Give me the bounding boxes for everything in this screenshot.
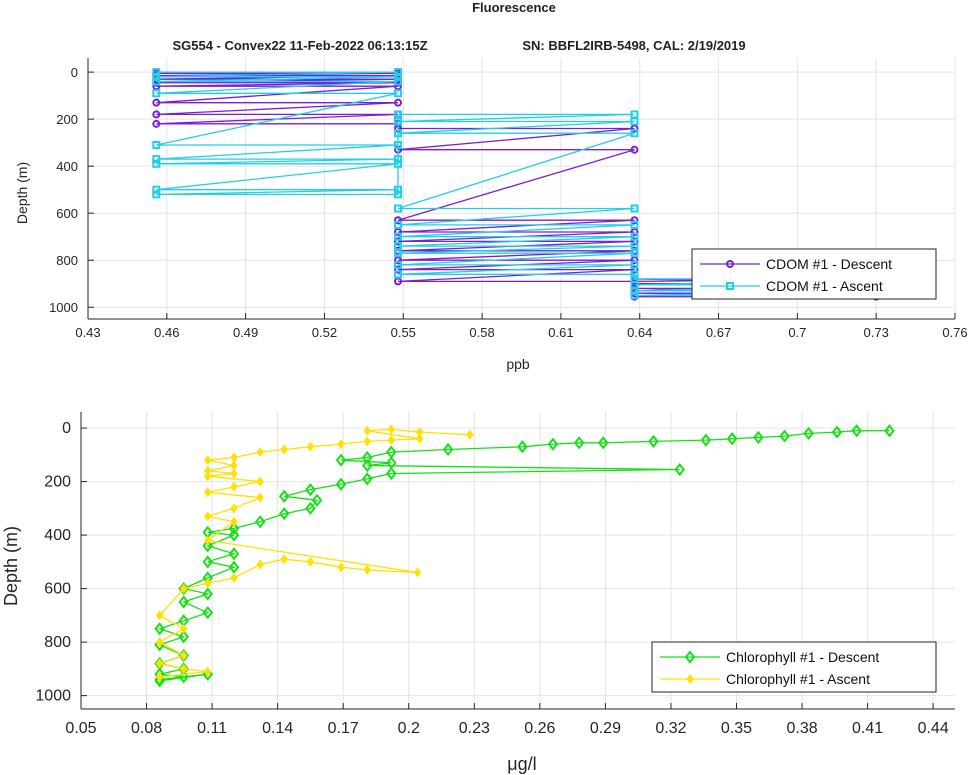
x-tick-label: 0.43: [75, 325, 100, 340]
y-tick-label: 200: [44, 474, 71, 491]
chlorophyll-x-axis-label: μg/l: [507, 754, 536, 774]
x-tick-label: 0.2: [398, 720, 420, 737]
y-tick-label: 1000: [49, 300, 78, 315]
figure-title: Fluorescence: [472, 0, 556, 15]
data-point: [179, 623, 188, 634]
x-tick-label: 0.73: [864, 325, 889, 340]
data-point: [256, 447, 264, 458]
data-point: [155, 637, 164, 648]
cdom-y-axis-label: Depth (m): [14, 162, 30, 224]
data-point: [387, 424, 396, 435]
x-tick-label: 0.14: [262, 720, 293, 737]
data-point: [230, 503, 238, 514]
data-point: [884, 424, 895, 438]
data-point: [280, 554, 288, 565]
y-tick-label: 800: [44, 634, 71, 651]
data-point: [466, 429, 474, 440]
x-tick-label: 0.76: [942, 325, 967, 340]
data-point: [306, 556, 315, 567]
x-tick-label: 0.11: [197, 720, 227, 737]
data-point: [363, 436, 371, 447]
cdom-legend: CDOM #1 - Descent CDOM #1 - Ascent: [691, 248, 937, 300]
data-point: [413, 567, 422, 578]
cdom-chart: 0.43 0.46 0.49 0.52 0.55 0.58 0.61 0.64 0.67 0.7 0…: [14, 58, 968, 372]
x-tick-label: 0.58: [469, 325, 494, 340]
x-tick-label: 0.41: [852, 720, 883, 737]
x-tick-label: 0.7: [788, 325, 806, 340]
data-point: [203, 511, 212, 522]
figure-canvas: Fluorescence SG554 - Convex22 11-Feb-202…: [1, 0, 968, 774]
data-point: [203, 455, 212, 466]
data-point: [256, 476, 264, 487]
data-point: [230, 572, 238, 583]
data-point: [230, 481, 238, 492]
data-point: [230, 452, 238, 463]
data-point: [387, 435, 396, 446]
y-tick-label: 0: [62, 420, 71, 437]
x-tick-label: 0.64: [627, 325, 652, 340]
x-tick-label: 0.23: [459, 720, 490, 737]
data-point: [230, 460, 238, 471]
x-tick-label: 0.32: [655, 720, 686, 737]
x-tick-label: 0.55: [391, 325, 416, 340]
x-tick-label: 0.08: [131, 720, 162, 737]
x-tick-label: 0.35: [721, 720, 752, 737]
cdom-x-axis-label: ppb: [506, 356, 530, 372]
x-tick-label: 0.46: [154, 325, 179, 340]
y-tick-label: 1000: [35, 688, 71, 705]
y-tick-label: 400: [44, 527, 71, 544]
cdom-legend-label-ascent: CDOM #1 - Ascent: [766, 278, 883, 294]
y-tick-label: 600: [44, 581, 71, 598]
data-point: [363, 564, 371, 575]
data-point: [230, 468, 238, 479]
data-point: [415, 433, 424, 444]
x-tick-label: 0.67: [706, 325, 731, 340]
y-tick-label: 0: [71, 65, 78, 80]
x-tick-label: 0.17: [328, 720, 359, 737]
figure-subtitle-right: SN: BBFL2IRB-5498, CAL: 2/19/2019: [522, 38, 745, 53]
chlorophyll-legend-label-descent: Chlorophyll #1 - Descent: [726, 649, 879, 665]
data-point: [256, 492, 264, 503]
data-point: [394, 98, 403, 107]
x-tick-label: 0.29: [590, 720, 621, 737]
data-point: [203, 471, 212, 482]
figure-subtitle-left: SG554 - Convex22 11-Feb-2022 06:13:15Z: [172, 38, 427, 53]
chlorophyll-y-axis-label: Depth (m): [1, 526, 21, 606]
x-tick-label: 0.49: [233, 325, 258, 340]
data-point: [256, 559, 264, 570]
data-point: [306, 441, 315, 452]
y-tick-label: 200: [56, 112, 78, 127]
chlorophyll-legend-label-ascent: Chlorophyll #1 - Ascent: [726, 671, 870, 687]
y-tick-label: 800: [56, 253, 78, 268]
chlorophyll-legend: Chlorophyll #1 - Descent Chlorophyll #1 …: [651, 641, 937, 693]
y-tick-label: 400: [56, 159, 78, 174]
x-tick-label: 0.38: [786, 720, 817, 737]
data-point: [280, 444, 288, 455]
cdom-legend-label-descent: CDOM #1 - Descent: [766, 256, 892, 272]
data-point: [203, 487, 212, 498]
x-tick-label: 0.05: [65, 720, 96, 737]
chlorophyll-chart: 0.05 0.08 0.11 0.14 0.17 0.2 0.23 0.26 0.29 0.32 0…: [1, 412, 955, 774]
x-tick-label: 0.61: [548, 325, 573, 340]
x-tick-label: 0.52: [312, 325, 337, 340]
x-tick-label: 0.44: [918, 720, 949, 737]
x-tick-label: 0.26: [524, 720, 555, 737]
y-tick-label: 600: [56, 206, 78, 221]
